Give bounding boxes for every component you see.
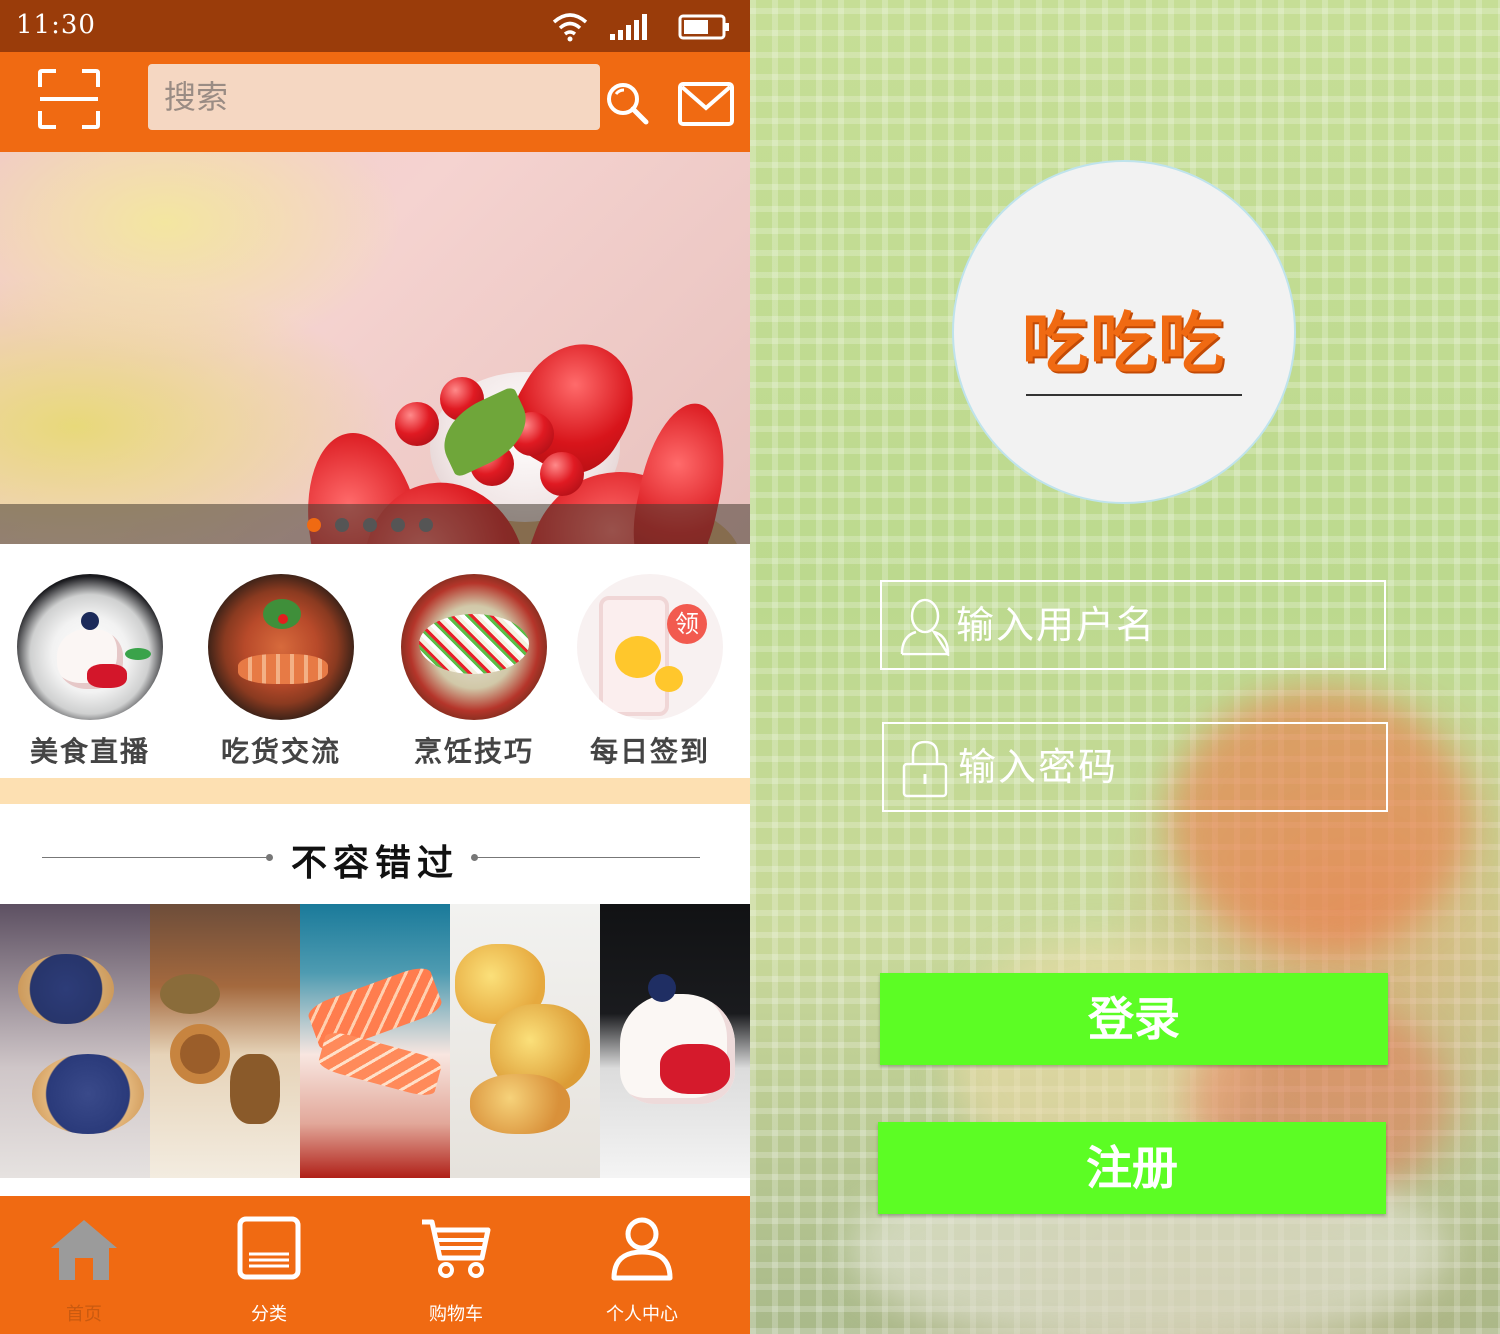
- carousel-dot[interactable]: [307, 518, 321, 532]
- register-button[interactable]: 注册: [878, 1122, 1386, 1214]
- signal-icon: [610, 14, 647, 40]
- category-row: 美食直播 吃货交流 烹饪技巧 领 每日签到: [0, 544, 750, 778]
- category-label: 每日签到: [589, 735, 710, 768]
- home-screen: 11:30 搜索 美食直播 吃货交流 烹饪技巧 领 每日签到 不容错过 首页 分…: [0, 0, 750, 1334]
- checkin-badge: 领: [667, 604, 707, 644]
- mail-icon[interactable]: [678, 82, 734, 128]
- search-field[interactable]: [148, 64, 600, 130]
- section-rule: [471, 854, 700, 861]
- category-label: 吃货交流: [220, 735, 341, 768]
- user-icon: [900, 598, 950, 656]
- featured-tile-blueberry-tart[interactable]: [0, 904, 150, 1178]
- featured-tile-puff-pastry[interactable]: [450, 904, 600, 1178]
- section-header: 不容错过: [0, 804, 750, 904]
- status-bar: 11:30: [0, 0, 750, 52]
- tab-label: 首页: [66, 1304, 102, 1325]
- category-image: [401, 574, 547, 720]
- list-icon: [237, 1216, 301, 1280]
- scan-icon[interactable]: [38, 69, 100, 129]
- lock-icon: [902, 740, 948, 798]
- featured-tile-panna-cotta[interactable]: [600, 904, 750, 1178]
- banner-currant: [395, 402, 439, 446]
- carousel-indicator: [0, 504, 750, 544]
- app-name: 吃吃吃: [1022, 305, 1226, 382]
- banner-carousel[interactable]: [0, 152, 750, 544]
- login-button[interactable]: 登录: [880, 973, 1388, 1065]
- category-foodie-chat[interactable]: 吃货交流: [206, 574, 356, 770]
- carousel-dot[interactable]: [363, 518, 377, 532]
- tab-label: 个人中心: [606, 1304, 678, 1325]
- tab-label: 购物车: [429, 1304, 483, 1325]
- category-cooking-tips[interactable]: 烹饪技巧: [399, 574, 549, 770]
- category-image: [17, 574, 163, 720]
- category-food-live[interactable]: 美食直播: [15, 574, 165, 770]
- battery-icon: [678, 14, 729, 40]
- home-icon: [51, 1220, 117, 1280]
- category-image: [208, 574, 354, 720]
- category-label: 美食直播: [29, 735, 150, 768]
- tab-cart[interactable]: 购物车: [362, 1196, 550, 1334]
- featured-tile-sashimi[interactable]: [300, 904, 450, 1178]
- carousel-dot[interactable]: [391, 518, 405, 532]
- search-icon[interactable]: [604, 80, 650, 126]
- featured-tile-braised-dish[interactable]: [150, 904, 300, 1178]
- logo-underline: [1026, 394, 1242, 396]
- category-label: 烹饪技巧: [413, 735, 534, 768]
- category-daily-checkin[interactable]: 领 每日签到: [575, 574, 725, 770]
- person-icon: [611, 1217, 673, 1281]
- carousel-dot[interactable]: [335, 518, 349, 532]
- top-bar: [0, 52, 750, 152]
- tab-profile[interactable]: 个人中心: [548, 1196, 736, 1334]
- bottom-tab-bar: 首页 分类 购物车 个人中心: [0, 1196, 750, 1334]
- wifi-icon: [552, 13, 588, 42]
- cart-icon: [422, 1219, 491, 1278]
- category-image: 领: [577, 574, 723, 720]
- tab-label: 分类: [251, 1304, 287, 1325]
- password-field[interactable]: [882, 722, 1388, 812]
- login-screen: 吃吃吃 登录 注册: [750, 0, 1500, 1334]
- username-input[interactable]: [956, 582, 1376, 668]
- username-field[interactable]: [880, 580, 1386, 670]
- status-time: 11:30: [16, 10, 96, 40]
- password-input[interactable]: [958, 724, 1378, 810]
- banner-currant: [540, 452, 584, 496]
- tab-category[interactable]: 分类: [175, 1196, 363, 1334]
- tab-home[interactable]: 首页: [0, 1196, 178, 1334]
- app-logo: 吃吃吃: [952, 160, 1296, 504]
- featured-gallery: [0, 904, 750, 1178]
- divider-stripe: [0, 778, 750, 804]
- carousel-dot[interactable]: [419, 518, 433, 532]
- section-title: 不容错过: [290, 842, 459, 884]
- search-input[interactable]: [148, 64, 600, 130]
